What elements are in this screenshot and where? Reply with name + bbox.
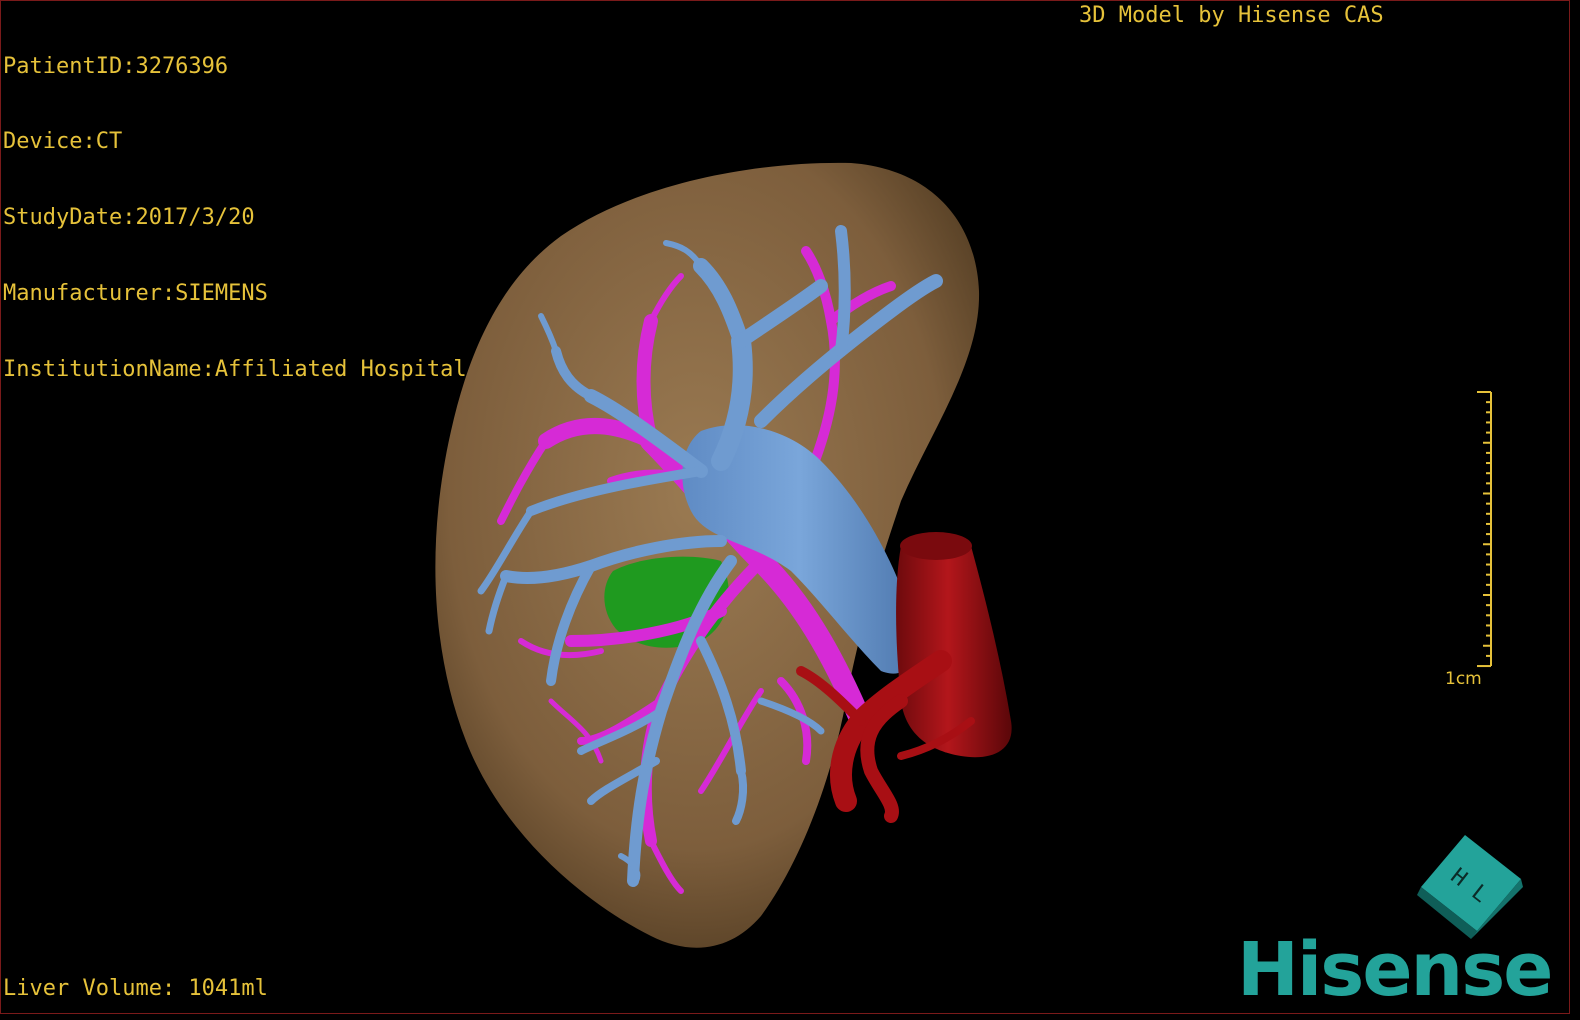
hisense-logo-text: Hisense (1237, 927, 1553, 1013)
scale-bar (1477, 391, 1492, 668)
scale-bar-label: 1cm (1445, 669, 1482, 689)
liver-3d-model[interactable] (1, 1, 1569, 1013)
hisense-cube-logo: H L (1417, 835, 1523, 939)
liver-volume-readout: Liver Volume: 1041ml (3, 976, 268, 1001)
3d-viewport[interactable]: PatientID:3276396 Device:CT StudyDate:20… (0, 0, 1570, 1014)
